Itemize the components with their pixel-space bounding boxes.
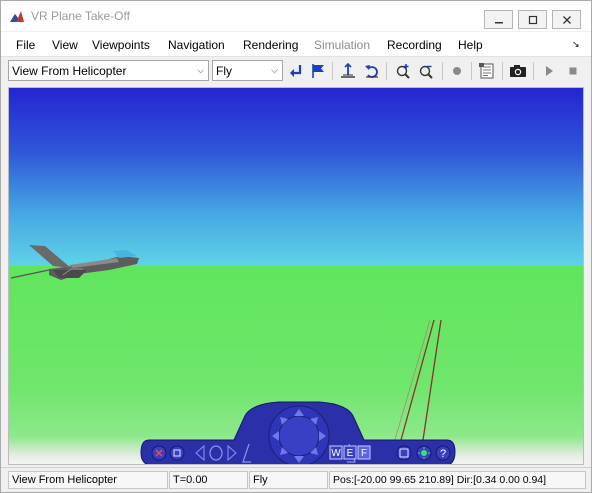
create-viewpoint-button[interactable] bbox=[308, 61, 328, 81]
nav-walk-label: W bbox=[331, 448, 341, 459]
undo-move-icon bbox=[365, 65, 378, 78]
nav-minimize-button[interactable] bbox=[169, 445, 185, 461]
minimize-icon bbox=[494, 21, 503, 23]
matlab-icon bbox=[10, 11, 24, 22]
window-title: VR Plane Take-Off bbox=[31, 9, 130, 23]
aircraft bbox=[10, 245, 139, 280]
toolbar: View From Helicopter ⌵ Fly ⌵ bbox=[1, 58, 591, 85]
status-time: T=0.00 bbox=[169, 471, 248, 489]
zoom-out-icon bbox=[419, 65, 433, 79]
nav-fit-view-button[interactable] bbox=[396, 445, 412, 461]
straighten-up-icon bbox=[341, 63, 355, 78]
nav-examine-label: E bbox=[347, 448, 354, 459]
nav-headlight-button[interactable] bbox=[416, 445, 432, 461]
menu-navigation[interactable]: Navigation bbox=[168, 38, 225, 52]
menu-simulation[interactable]: Simulation bbox=[314, 38, 370, 52]
play-icon bbox=[546, 66, 553, 76]
undo-move-button[interactable] bbox=[362, 61, 382, 81]
snapshot-button[interactable] bbox=[508, 61, 528, 81]
navigation-panel[interactable]: W E F ? bbox=[139, 400, 459, 465]
maximize-button[interactable] bbox=[518, 10, 547, 29]
menu-recording[interactable]: Recording bbox=[387, 38, 442, 52]
return-to-viewpoint-icon bbox=[290, 65, 302, 77]
menu-bar: File View Viewpoints Navigation Renderin… bbox=[1, 32, 591, 57]
nav-fly-label: F bbox=[361, 448, 367, 459]
status-nav-mode: Fly bbox=[249, 471, 328, 489]
close-icon bbox=[562, 15, 571, 24]
toolbar-separator bbox=[471, 62, 472, 80]
menu-rendering[interactable]: Rendering bbox=[243, 38, 298, 52]
record-icon bbox=[453, 67, 461, 75]
direction-dial[interactable] bbox=[268, 405, 330, 465]
status-viewpoint: View From Helicopter bbox=[8, 471, 168, 489]
capture-frame-button[interactable] bbox=[477, 61, 497, 81]
menu-help[interactable]: Help bbox=[458, 38, 483, 52]
menu-viewpoints[interactable]: Viewpoints bbox=[92, 38, 150, 52]
navigation-select[interactable]: Fly ⌵ bbox=[212, 60, 283, 81]
zoom-out-button[interactable] bbox=[416, 61, 436, 81]
minimize-button[interactable] bbox=[484, 10, 513, 29]
vr-canvas[interactable]: W E F ? bbox=[8, 87, 584, 465]
toolbar-separator bbox=[332, 62, 333, 80]
app-window: VR Plane Take-Off File View Viewpoints N… bbox=[0, 0, 592, 493]
nav-help-button[interactable]: ? bbox=[435, 445, 451, 461]
viewpoint-select[interactable]: View From Helicopter ⌵ bbox=[8, 60, 209, 81]
capture-frame-icon bbox=[479, 63, 494, 79]
restore-icon bbox=[528, 15, 537, 24]
close-button[interactable] bbox=[552, 10, 581, 29]
toolbar-separator bbox=[533, 62, 534, 80]
record-button[interactable] bbox=[447, 61, 467, 81]
toolbar-separator bbox=[502, 62, 503, 80]
expand-toolbar-icon[interactable]: ↘ bbox=[572, 39, 580, 50]
zoom-in-button[interactable] bbox=[393, 61, 413, 81]
menu-file[interactable]: File bbox=[16, 38, 35, 52]
status-bar: View From Helicopter T=0.00 Fly Pos:[-20… bbox=[1, 467, 591, 492]
stop-button[interactable] bbox=[563, 61, 583, 81]
play-button[interactable] bbox=[539, 61, 559, 81]
nav-help-label: ? bbox=[440, 448, 446, 460]
status-position: Pos:[-20.00 99.65 210.89] Dir:[0.34 0.00… bbox=[329, 471, 586, 489]
nav-walk-button[interactable]: W bbox=[329, 445, 343, 460]
viewpoint-select-value: View From Helicopter bbox=[12, 63, 127, 78]
create-viewpoint-icon bbox=[312, 64, 324, 78]
zoom-in-icon bbox=[396, 64, 410, 79]
straighten-up-button[interactable] bbox=[338, 61, 358, 81]
title-bar: VR Plane Take-Off bbox=[1, 1, 591, 31]
chevron-down-icon: ⌵ bbox=[197, 65, 204, 75]
menu-view[interactable]: View bbox=[52, 38, 78, 52]
nav-fly-button[interactable]: F bbox=[357, 445, 371, 460]
return-to-viewpoint-button[interactable] bbox=[286, 61, 306, 81]
toolbar-separator bbox=[386, 62, 387, 80]
stop-icon bbox=[569, 67, 577, 75]
nav-examine-button[interactable]: E bbox=[343, 445, 357, 460]
toolbar-separator bbox=[442, 62, 443, 80]
chevron-down-icon: ⌵ bbox=[271, 65, 278, 75]
navigation-select-value: Fly bbox=[216, 63, 232, 78]
snapshot-camera-icon bbox=[510, 65, 526, 77]
nav-close-button[interactable] bbox=[151, 445, 167, 461]
